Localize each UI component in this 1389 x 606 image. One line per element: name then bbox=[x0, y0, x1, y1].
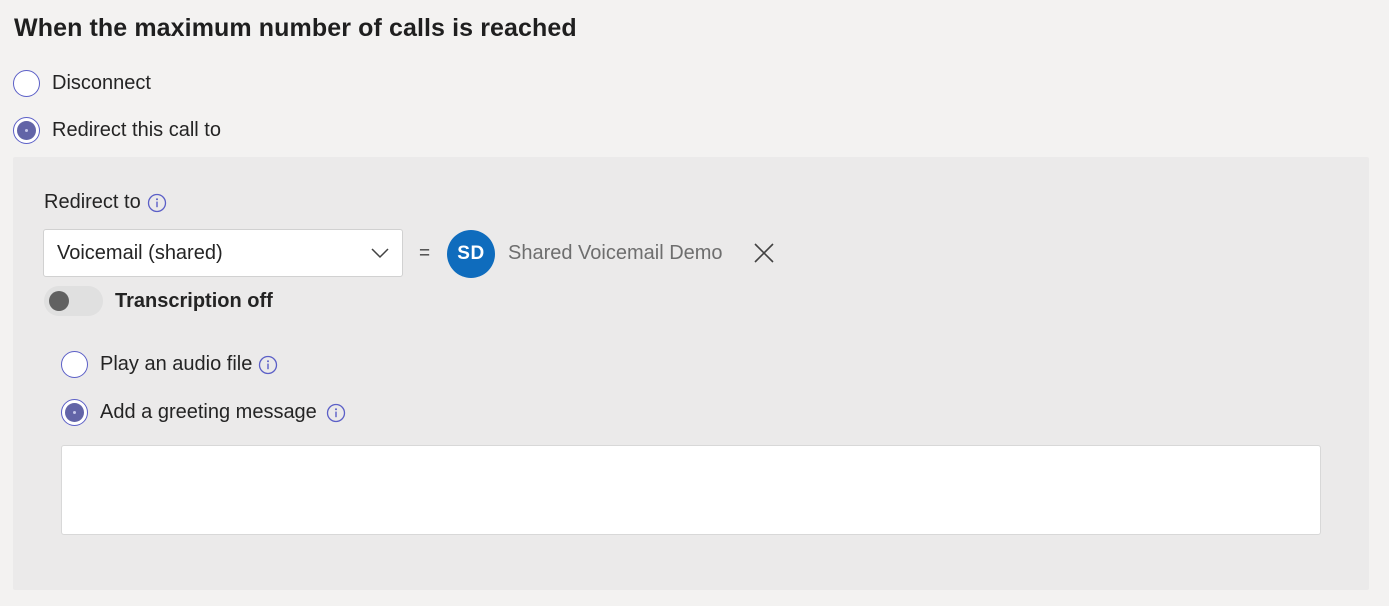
disconnect-radio[interactable] bbox=[13, 70, 40, 97]
chevron-down-icon bbox=[370, 242, 390, 265]
remove-target-button[interactable] bbox=[751, 240, 777, 266]
info-circle-icon[interactable] bbox=[147, 193, 167, 213]
option-redirect[interactable]: Redirect this call to bbox=[13, 117, 221, 144]
overflow-settings: When the maximum number of calls is reac… bbox=[0, 0, 1389, 606]
option-greeting-message[interactable]: Add a greeting message bbox=[61, 399, 346, 426]
audio-file-label: Play an audio file bbox=[100, 353, 253, 375]
disconnect-label: Disconnect bbox=[52, 72, 151, 94]
toggle-knob bbox=[49, 291, 69, 311]
target-name: Shared Voicemail Demo bbox=[508, 242, 723, 264]
equals-sign: = bbox=[419, 243, 431, 264]
greeting-message-label: Add a greeting message bbox=[100, 401, 317, 423]
section-heading: When the maximum number of calls is reac… bbox=[14, 14, 577, 42]
redirect-to-label-group: Redirect to bbox=[44, 191, 167, 214]
option-disconnect[interactable]: Disconnect bbox=[13, 70, 151, 97]
close-icon bbox=[754, 243, 774, 263]
transcription-label: Transcription off bbox=[115, 290, 273, 312]
redirect-label: Redirect this call to bbox=[52, 119, 221, 141]
transcription-toggle[interactable] bbox=[44, 286, 103, 316]
redirect-target-dropdown[interactable]: Voicemail (shared) bbox=[43, 229, 403, 277]
info-circle-icon[interactable] bbox=[326, 403, 346, 423]
avatar: SD bbox=[447, 230, 495, 278]
redirect-radio[interactable] bbox=[13, 117, 40, 144]
greeting-message-input[interactable] bbox=[61, 445, 1321, 535]
dropdown-value: Voicemail (shared) bbox=[57, 241, 223, 264]
audio-file-radio[interactable] bbox=[61, 351, 88, 378]
greeting-message-radio[interactable] bbox=[61, 399, 88, 426]
info-circle-icon[interactable] bbox=[258, 355, 278, 375]
redirect-to-label: Redirect to bbox=[44, 191, 141, 213]
option-audio-file[interactable]: Play an audio file bbox=[61, 351, 278, 378]
